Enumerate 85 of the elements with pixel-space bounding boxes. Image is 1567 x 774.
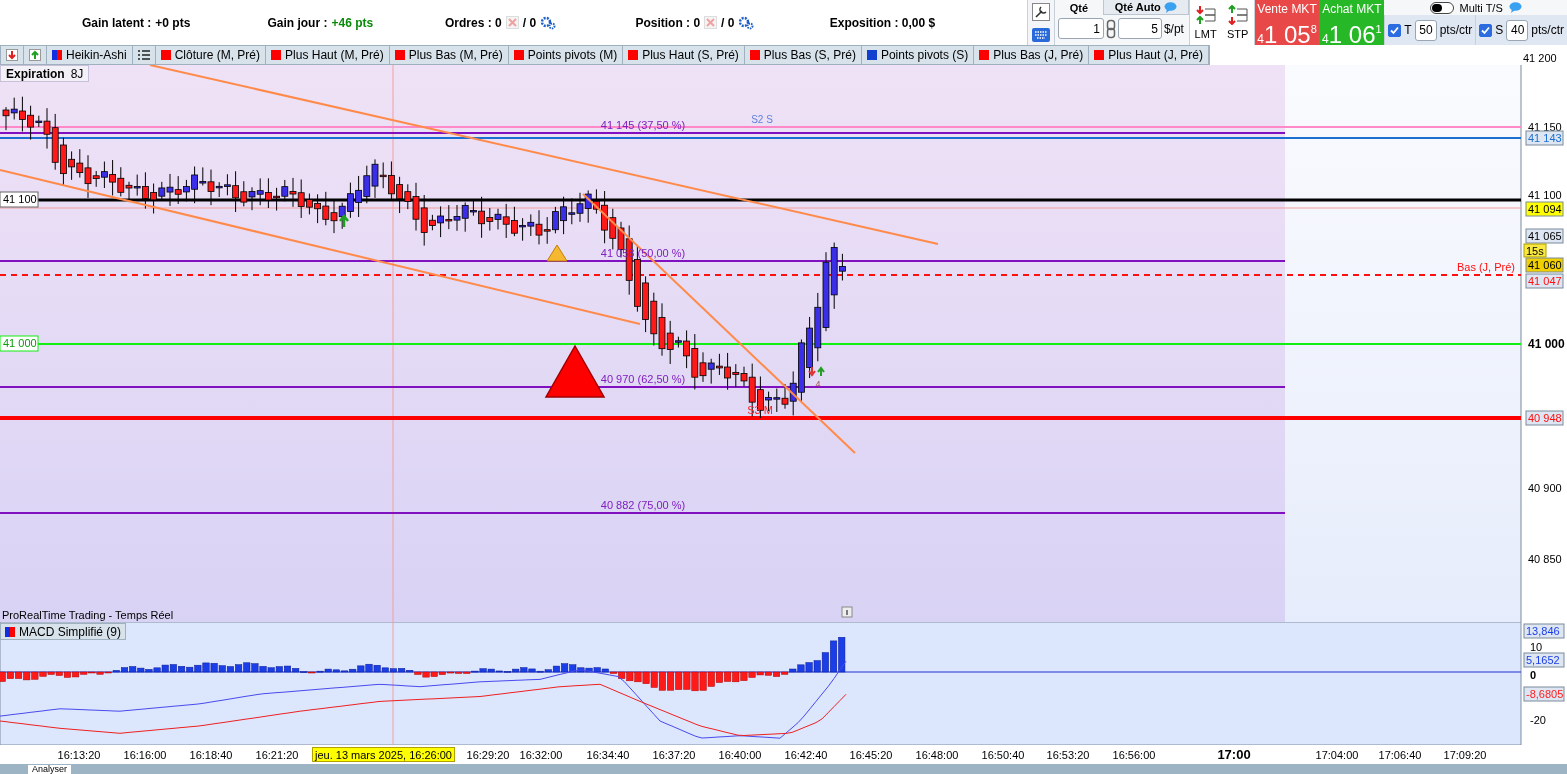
- price-tick: 40 900: [1528, 482, 1562, 494]
- stat-label: Gain latent :: [82, 15, 152, 30]
- stat-label: Position : 0: [635, 15, 701, 30]
- indicator-tag[interactable]: Plus Haut (J, Pré): [1089, 46, 1209, 64]
- quantity-label: Qté: [1068, 1, 1090, 14]
- time-tick: 16:40:00: [718, 749, 762, 761]
- time-tick: 16:13:20: [57, 749, 101, 761]
- indicator-tick: 0: [1530, 669, 1537, 681]
- time-tick: 16:32:00: [519, 749, 563, 761]
- price-tag: 41 000: [0, 335, 39, 352]
- indicator-tag[interactable]: Heikin-Ashi: [47, 46, 133, 64]
- price-tick: 40 850: [1528, 553, 1562, 565]
- stop-label: T: [1404, 23, 1412, 37]
- time-tick: 16:34:40: [586, 749, 630, 761]
- time-tick: 17:06:40: [1378, 749, 1422, 761]
- time-tick: 16:18:40: [189, 749, 233, 761]
- fibonacci-label: 40 882 (75,00 %): [600, 499, 686, 511]
- price-tag: 40 948: [1525, 410, 1564, 426]
- time-tick: 16:53:20: [1046, 749, 1090, 761]
- fibonacci-label: 41 145 (37,50 %): [600, 119, 686, 131]
- time-tick: 16:48:00: [915, 749, 959, 761]
- stat-label: Exposition : 0,00 $: [829, 15, 936, 30]
- limit-order-button[interactable]: LMT: [1189, 0, 1222, 45]
- stat-value: / 0: [522, 15, 537, 30]
- price-tag: 41 060: [1525, 257, 1564, 273]
- time-tick: 16:37:20: [652, 749, 696, 761]
- price-tag: 41 100: [0, 191, 39, 208]
- indicator-tag-value: -8,6805: [1523, 686, 1565, 702]
- multi-label: Multi T/S: [1459, 1, 1503, 14]
- indicator-tag[interactable]: Plus Bas (M, Pré): [389, 46, 509, 64]
- indicator-tag[interactable]: Plus Haut (S, Pré): [623, 46, 745, 64]
- stop-label: S: [1495, 23, 1504, 37]
- time-tick: 17:00: [1217, 747, 1251, 762]
- signal-count: 4: [815, 379, 821, 389]
- expiration-label: Expiration 8J: [0, 65, 90, 82]
- indicator-tag-value: 5,1652: [1523, 652, 1565, 668]
- indicator-tag[interactable]: Clôture (M, Pré): [155, 46, 267, 64]
- stat-value: +46 pts: [331, 15, 374, 30]
- indicator-tick: -20: [1530, 714, 1546, 726]
- unit-label: pts/ctr: [1531, 23, 1564, 37]
- indicator-tag[interactable]: Points pivots (S): [861, 46, 975, 64]
- price-tick: 41 200: [1523, 52, 1558, 65]
- price-tick: 41 100: [1528, 189, 1562, 201]
- unit-label: pts/ctr: [1439, 23, 1473, 37]
- amount-field[interactable]: 5: [1117, 18, 1162, 39]
- stop-order-button[interactable]: STP: [1221, 0, 1254, 45]
- time-tick: 16:50:40: [981, 749, 1025, 761]
- time-tick: 16:29:20: [466, 749, 510, 761]
- price-tag: 41 047: [1525, 273, 1564, 289]
- price-tag: 41 094: [1525, 201, 1564, 217]
- indicator-tag[interactable]: Plus Haut (M, Pré): [266, 46, 390, 64]
- auto-quantity-tab[interactable]: Qté Auto: [1102, 0, 1189, 15]
- indicator-tag[interactable]: Plus Bas (S, Pré): [744, 46, 862, 64]
- time-tick: 17:09:20: [1443, 749, 1487, 761]
- price-tick: 41 000: [1528, 337, 1565, 351]
- stat-label: Ordres : 0: [445, 15, 502, 30]
- indicator-tag[interactable]: Plus Bas (J, Pré): [974, 46, 1090, 64]
- footer-text: ProRealTime Trading - Temps Réel: [2, 609, 174, 621]
- time-tick: 16:21:20: [255, 749, 299, 761]
- analyser-tab[interactable]: Analyser: [28, 765, 71, 774]
- sell-market-button[interactable]: Vente MKT 41 05$^{8}$: [1254, 0, 1320, 45]
- timer-badge: 15s: [1523, 243, 1547, 258]
- price-tick: 41 150: [1528, 121, 1562, 133]
- indicator-tick: 10: [1530, 641, 1543, 653]
- time-tick: 17:04:00: [1315, 749, 1359, 761]
- indicator-tag-value: 13,846: [1523, 623, 1565, 639]
- pivot-label: S2 S: [751, 114, 773, 125]
- time-tick: 16:16:00: [123, 749, 167, 761]
- stat-label: Gain jour :: [267, 15, 328, 30]
- stat-value: / 0: [721, 15, 735, 30]
- cursor-time-label: jeu. 13 mars 2025, 16:26:00: [312, 747, 455, 762]
- indicator-tag[interactable]: Points pivots (M): [508, 46, 624, 64]
- time-tick: 16:56:00: [1112, 749, 1156, 761]
- price-tag: 41 065: [1525, 228, 1564, 244]
- indicator-title: MACD Simplifié (9): [0, 623, 126, 640]
- time-tick: 16:42:40: [784, 749, 828, 761]
- stat-value: +0 pts: [155, 15, 191, 30]
- fibonacci-label: 40 970 (62,50 %): [600, 373, 686, 385]
- points-field[interactable]: 50: [1414, 19, 1437, 41]
- quantity-field[interactable]: 1: [1057, 18, 1104, 39]
- level-label: Bas (J, Pré): [1456, 261, 1515, 273]
- price-tag: 41 143: [1525, 130, 1564, 146]
- unit-label: $/pt: [1163, 21, 1184, 36]
- points-field[interactable]: 40: [1506, 19, 1529, 41]
- time-tick: 16:45:20: [849, 749, 893, 761]
